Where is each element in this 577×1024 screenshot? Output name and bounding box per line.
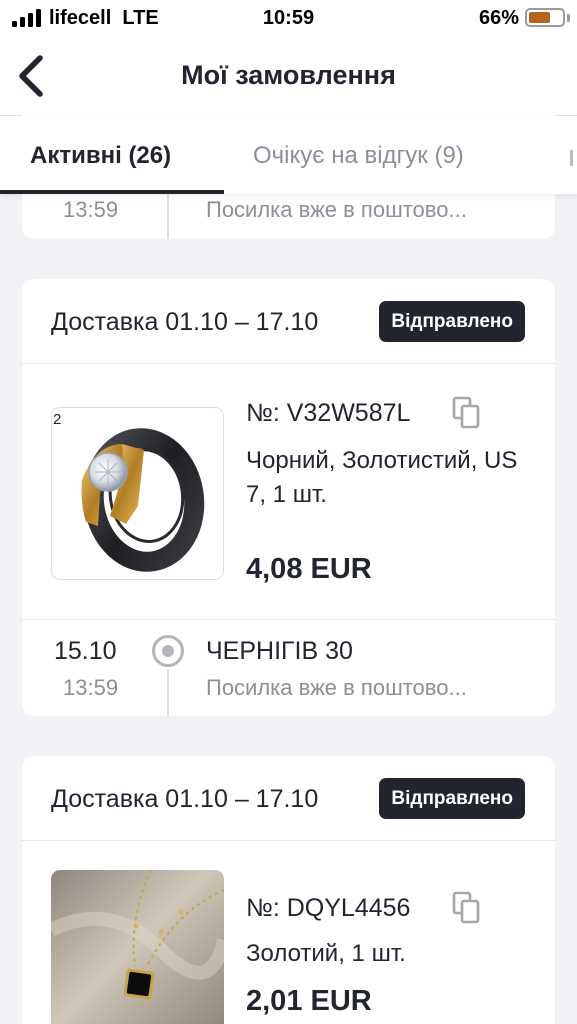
status-badge: Відправлено — [379, 778, 525, 819]
tracking-date: 15.10 — [54, 637, 117, 665]
photo-tag: 2 — [53, 411, 62, 428]
order-number: №: DQYL4456 — [246, 894, 411, 922]
battery-icon — [525, 8, 565, 27]
tracking-row[interactable]: 15.10 13:59 ЧЕРНІГІВ 30 Посилка вже в по… — [22, 619, 555, 716]
page-title: Мої замовлення — [181, 60, 396, 90]
status-bar: lifecell LTE 10:59 66% — [0, 0, 577, 38]
battery-tip — [567, 14, 570, 22]
black-gold-ring-photo — [81, 428, 205, 572]
tab-active-orders[interactable]: Активні (26) — [30, 142, 171, 170]
order-card[interactable]: Доставка 01.10 – 17.10 Відправлено 2 №: … — [22, 279, 555, 716]
order-card-header: Доставка 01.10 – 17.10 Відправлено — [22, 279, 555, 364]
tab-next-partial[interactable] — [570, 150, 573, 166]
order-card[interactable]: Доставка 01.10 – 17.10 Відправлено №: DQ… — [22, 756, 555, 1024]
tracking-time: 13:59 — [63, 675, 119, 700]
tracking-location: ЧЕРНІГІВ 30 — [206, 637, 353, 665]
delivery-dates: Доставка 01.10 – 17.10 — [51, 308, 319, 336]
tab-awaiting-review[interactable]: Очікує на відгук (9) — [253, 142, 464, 170]
tracking-status: Посилка вже в поштово... — [206, 197, 467, 222]
tracking-point-icon — [152, 635, 184, 667]
order-price: 4,08 EUR — [246, 553, 372, 585]
copy-icon[interactable] — [452, 396, 482, 430]
battery-level — [529, 12, 550, 23]
tracking-timeline — [167, 669, 169, 716]
order-number: №: V32W587L — [246, 399, 411, 427]
product-variant: Золотий, 1 шт. — [246, 940, 406, 967]
product-image[interactable] — [51, 870, 224, 1024]
product-image[interactable]: 2 — [51, 407, 224, 580]
tracking-status: Посилка вже в поштово... — [206, 675, 467, 700]
active-tab-indicator — [0, 190, 224, 194]
copy-icon[interactable] — [452, 891, 482, 925]
status-badge: Відправлено — [379, 301, 525, 342]
order-tabs: Активні (26) Очікує на відгук (9) — [0, 116, 577, 194]
order-card-header: Доставка 01.10 – 17.10 Відправлено — [22, 756, 555, 841]
order-price: 2,01 EUR — [246, 985, 372, 1017]
delivery-dates: Доставка 01.10 – 17.10 — [51, 785, 319, 813]
orders-screen: lifecell LTE 10:59 66% Мої замовлення Ак… — [0, 0, 577, 1024]
gold-chain-pendant-necklace-photo — [51, 870, 224, 1024]
product-variant: Чорний, Золотистий, US 7, 1 шт. — [246, 447, 518, 508]
tracking-time: 13:59 — [63, 197, 119, 222]
battery-percent: 66% — [478, 7, 519, 29]
